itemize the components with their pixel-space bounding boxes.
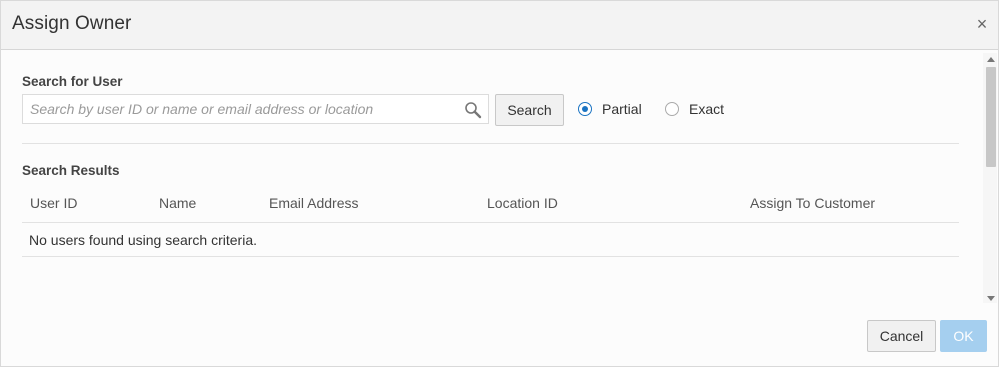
search-input[interactable]: [23, 95, 460, 123]
cancel-button[interactable]: Cancel: [867, 320, 936, 352]
section-divider: [22, 143, 959, 144]
dialog-titlebar: Assign Owner ×: [1, 1, 998, 50]
radio-exact[interactable]: Exact: [665, 100, 724, 118]
search-button[interactable]: Search: [495, 94, 564, 126]
column-header-location-id[interactable]: Location ID: [487, 195, 558, 211]
column-header-assign-to-customer[interactable]: Assign To Customer: [750, 195, 875, 211]
search-section-label: Search for User: [22, 74, 123, 89]
dialog-content: Search for User Search Partial Exact Sea…: [1, 50, 981, 300]
search-field[interactable]: [22, 94, 489, 124]
column-header-email[interactable]: Email Address: [269, 195, 358, 211]
scroll-down-arrow-icon[interactable]: [987, 296, 995, 301]
table-bottom-divider: [22, 256, 959, 257]
radio-selected-icon[interactable]: [578, 102, 592, 116]
radio-partial[interactable]: Partial: [578, 100, 642, 118]
dialog-title: Assign Owner: [12, 13, 132, 34]
scroll-up-arrow-icon[interactable]: [987, 57, 995, 62]
vertical-scrollbar[interactable]: [983, 53, 997, 303]
column-header-name[interactable]: Name: [159, 195, 196, 211]
radio-exact-label: Exact: [689, 101, 725, 117]
magnifier-icon[interactable]: [464, 101, 482, 119]
empty-results-message: No users found using search criteria.: [29, 232, 257, 248]
close-icon[interactable]: ×: [974, 15, 990, 33]
results-section-label: Search Results: [22, 163, 120, 178]
column-header-user-id[interactable]: User ID: [30, 195, 77, 211]
table-header-divider: [22, 222, 959, 223]
assign-owner-dialog: Assign Owner × Search for User Search Pa…: [0, 0, 999, 367]
radio-partial-label: Partial: [602, 101, 642, 117]
radio-unselected-icon[interactable]: [665, 102, 679, 116]
scrollbar-thumb[interactable]: [986, 67, 996, 167]
ok-button[interactable]: OK: [940, 320, 987, 352]
